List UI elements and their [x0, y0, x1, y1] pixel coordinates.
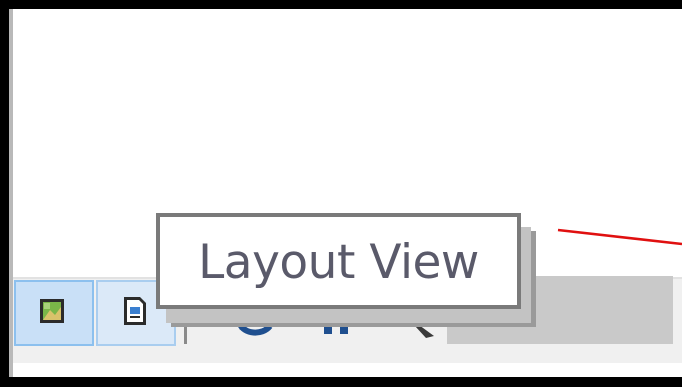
- data-view-button[interactable]: [14, 280, 94, 346]
- data-view-icon: [40, 299, 64, 323]
- tooltip-layout-view: Layout View: [156, 213, 521, 309]
- status-strip: [13, 363, 682, 377]
- tooltip-text: Layout View: [198, 234, 479, 290]
